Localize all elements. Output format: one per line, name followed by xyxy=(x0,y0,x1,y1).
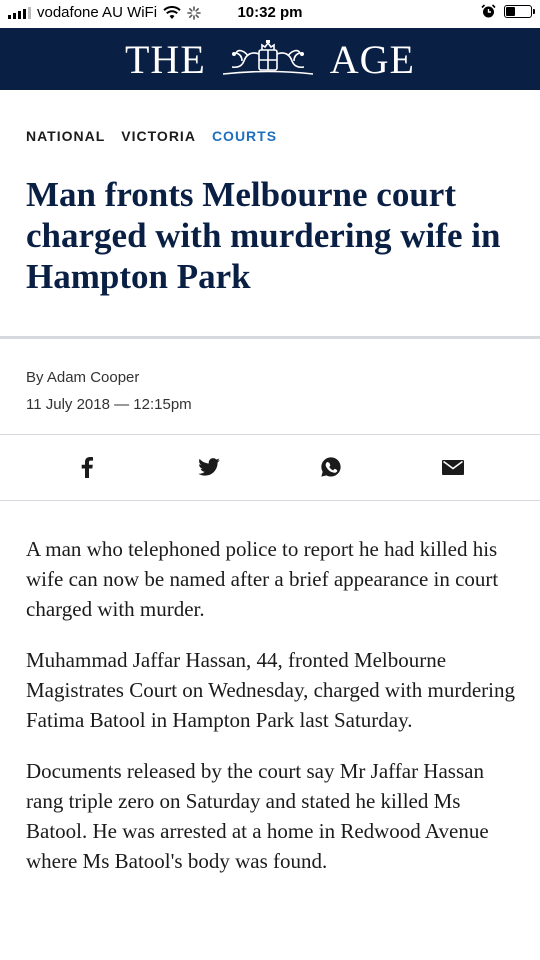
breadcrumb-courts[interactable]: COURTS xyxy=(212,128,277,144)
masthead[interactable]: THE AGE xyxy=(0,28,540,90)
publish-date: 11 July 2018 — 12:15pm xyxy=(26,396,192,413)
share-divider-bottom xyxy=(0,500,540,501)
article-paragraph: Muhammad Jaffar Hassan, 44, fronted Melb… xyxy=(26,648,515,732)
author-byline[interactable]: By Adam Cooper xyxy=(26,364,192,391)
masthead-the: THE xyxy=(125,36,206,82)
article-body: A man who telephoned police to report he… xyxy=(26,534,518,897)
facebook-icon xyxy=(81,457,93,478)
breadcrumb-victoria[interactable]: VICTORIA xyxy=(121,128,196,144)
article-headline: Man fronts Melbourne court charged with … xyxy=(26,175,501,296)
status-bar: vodafone AU WiFi 10:32 pm xyxy=(0,0,540,28)
twitter-icon xyxy=(198,458,220,476)
breadcrumb-national[interactable]: NATIONAL xyxy=(26,128,105,144)
header-divider xyxy=(0,336,540,339)
breadcrumb: NATIONAL VICTORIA COURTS xyxy=(26,128,277,144)
share-bar xyxy=(0,434,540,500)
article-paragraph: Documents released by the court say Mr J… xyxy=(26,759,489,873)
whatsapp-icon xyxy=(321,457,341,477)
battery-icon xyxy=(504,5,535,18)
crest-logo-icon xyxy=(222,40,313,75)
status-right xyxy=(481,4,535,19)
alarm-clock-icon xyxy=(481,4,496,18)
email-icon xyxy=(442,459,464,475)
byline-block: By Adam Cooper 11 July 2018 — 12:15pm xyxy=(26,364,192,418)
masthead-age: AGE xyxy=(329,36,415,82)
article-paragraph: A man who telephoned police to report he… xyxy=(26,537,499,621)
email-share-button[interactable] xyxy=(438,452,468,482)
facebook-share-button[interactable] xyxy=(72,452,102,482)
whatsapp-share-button[interactable] xyxy=(316,452,346,482)
twitter-share-button[interactable] xyxy=(194,452,224,482)
status-time: 10:32 pm xyxy=(237,4,303,21)
